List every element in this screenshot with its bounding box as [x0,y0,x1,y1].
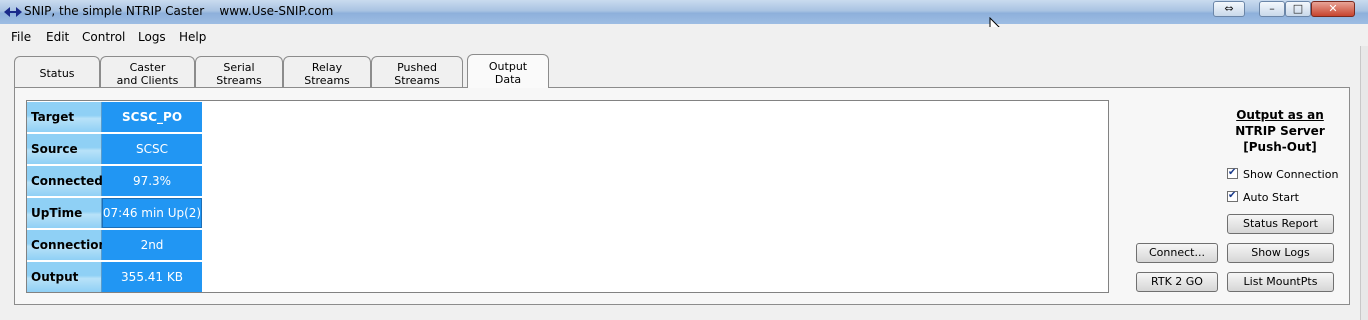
close-icon: ✕ [1328,2,1338,15]
row-target: Target SCSC_PO [27,102,202,132]
row-label: Target [27,102,102,132]
auto-start-checkbox[interactable]: ✔ [1227,190,1238,202]
tab-caster-and-clients[interactable]: Caster and Clients [100,56,195,87]
show-logs-button[interactable]: Show Logs [1227,243,1334,263]
menu-file[interactable]: File [11,30,31,44]
row-output: Output 355.41 KB [27,262,202,292]
maximize-button[interactable]: □ [1285,1,1311,17]
tab-label-line2: and Clients [116,74,179,87]
list-mountpts-button[interactable]: List MountPts [1227,272,1334,292]
tab-label-line2: Streams [216,74,262,87]
tab-label-line1: Serial [223,61,255,74]
heading-line3: [Push-Out] [1243,140,1317,154]
show-connection-label: Show Connection [1243,168,1339,181]
tab-output-data[interactable]: Output Data [467,54,549,88]
row-connected: Connected 97.3% [27,166,202,196]
auto-start-label: Auto Start [1243,191,1299,204]
tab-label: Status [39,67,75,80]
row-label: Output [27,262,102,292]
connect-button[interactable]: Connect... [1136,243,1218,263]
window-title: SNIP, the simple NTRIP Caster www.Use-SN… [24,4,334,18]
check-icon: ✔ [1228,167,1237,178]
tab-relay-streams[interactable]: Relay Streams [283,56,371,87]
row-connections: Connections 2nd [27,230,202,260]
row-value: 07:46 min Up(2) [102,198,202,228]
row-label: Connected [27,166,103,196]
tab-serial-streams[interactable]: Serial Streams [195,56,283,87]
check-icon: ✔ [1228,190,1237,201]
row-value: 2nd [102,230,202,260]
tab-status[interactable]: Status [14,56,100,87]
heading-line1: Output as an [1236,108,1324,122]
tab-label-line1: Relay [311,61,343,74]
tab-label-line2: Streams [304,74,350,87]
tab-label-line1: Output [488,60,528,73]
row-value: 355.41 KB [102,262,202,292]
tab-label-line2: Data [494,73,522,86]
title-bar: SNIP, the simple NTRIP Caster www.Use-SN… [0,0,1368,24]
menu-help[interactable]: Help [179,30,206,44]
heading-line2: NTRIP Server [1235,124,1325,138]
restore-size-button[interactable]: ⇔ [1213,1,1245,17]
row-uptime: UpTime 07:46 min Up(2) [27,198,202,228]
resize-icon: ⇔ [1224,2,1234,15]
menu-control[interactable]: Control [82,30,125,44]
tab-label-line2: Streams [394,74,440,87]
minimize-button[interactable]: – [1259,1,1285,17]
row-label: Connections [27,230,114,260]
menu-bar: File Edit Control Logs Help [0,27,1368,47]
status-report-button[interactable]: Status Report [1227,214,1334,234]
close-button[interactable]: ✕ [1311,1,1355,17]
row-value: SCSC [102,134,202,164]
row-source: Source SCSC [27,134,202,164]
tab-label-line1: Pushed [397,61,437,74]
menu-logs[interactable]: Logs [138,30,166,44]
minimize-icon: – [1269,2,1275,15]
rtk-2-go-button[interactable]: RTK 2 GO [1136,272,1218,292]
row-value: 97.3% [102,166,202,196]
tab-label-line1: Caster [129,61,166,74]
window-edge-scrollbar[interactable] [1360,46,1368,320]
row-label: UpTime [27,198,102,228]
row-value: SCSC_PO [102,102,202,132]
output-mode-heading: Output as an NTRIP Server [Push-Out] [1224,107,1336,155]
menu-edit[interactable]: Edit [46,30,69,44]
app-icon [4,7,22,17]
row-label: Source [27,134,102,164]
show-connection-checkbox[interactable]: ✔ [1227,167,1238,179]
maximize-icon: □ [1292,2,1304,15]
tab-pushed-streams[interactable]: Pushed Streams [371,56,463,87]
